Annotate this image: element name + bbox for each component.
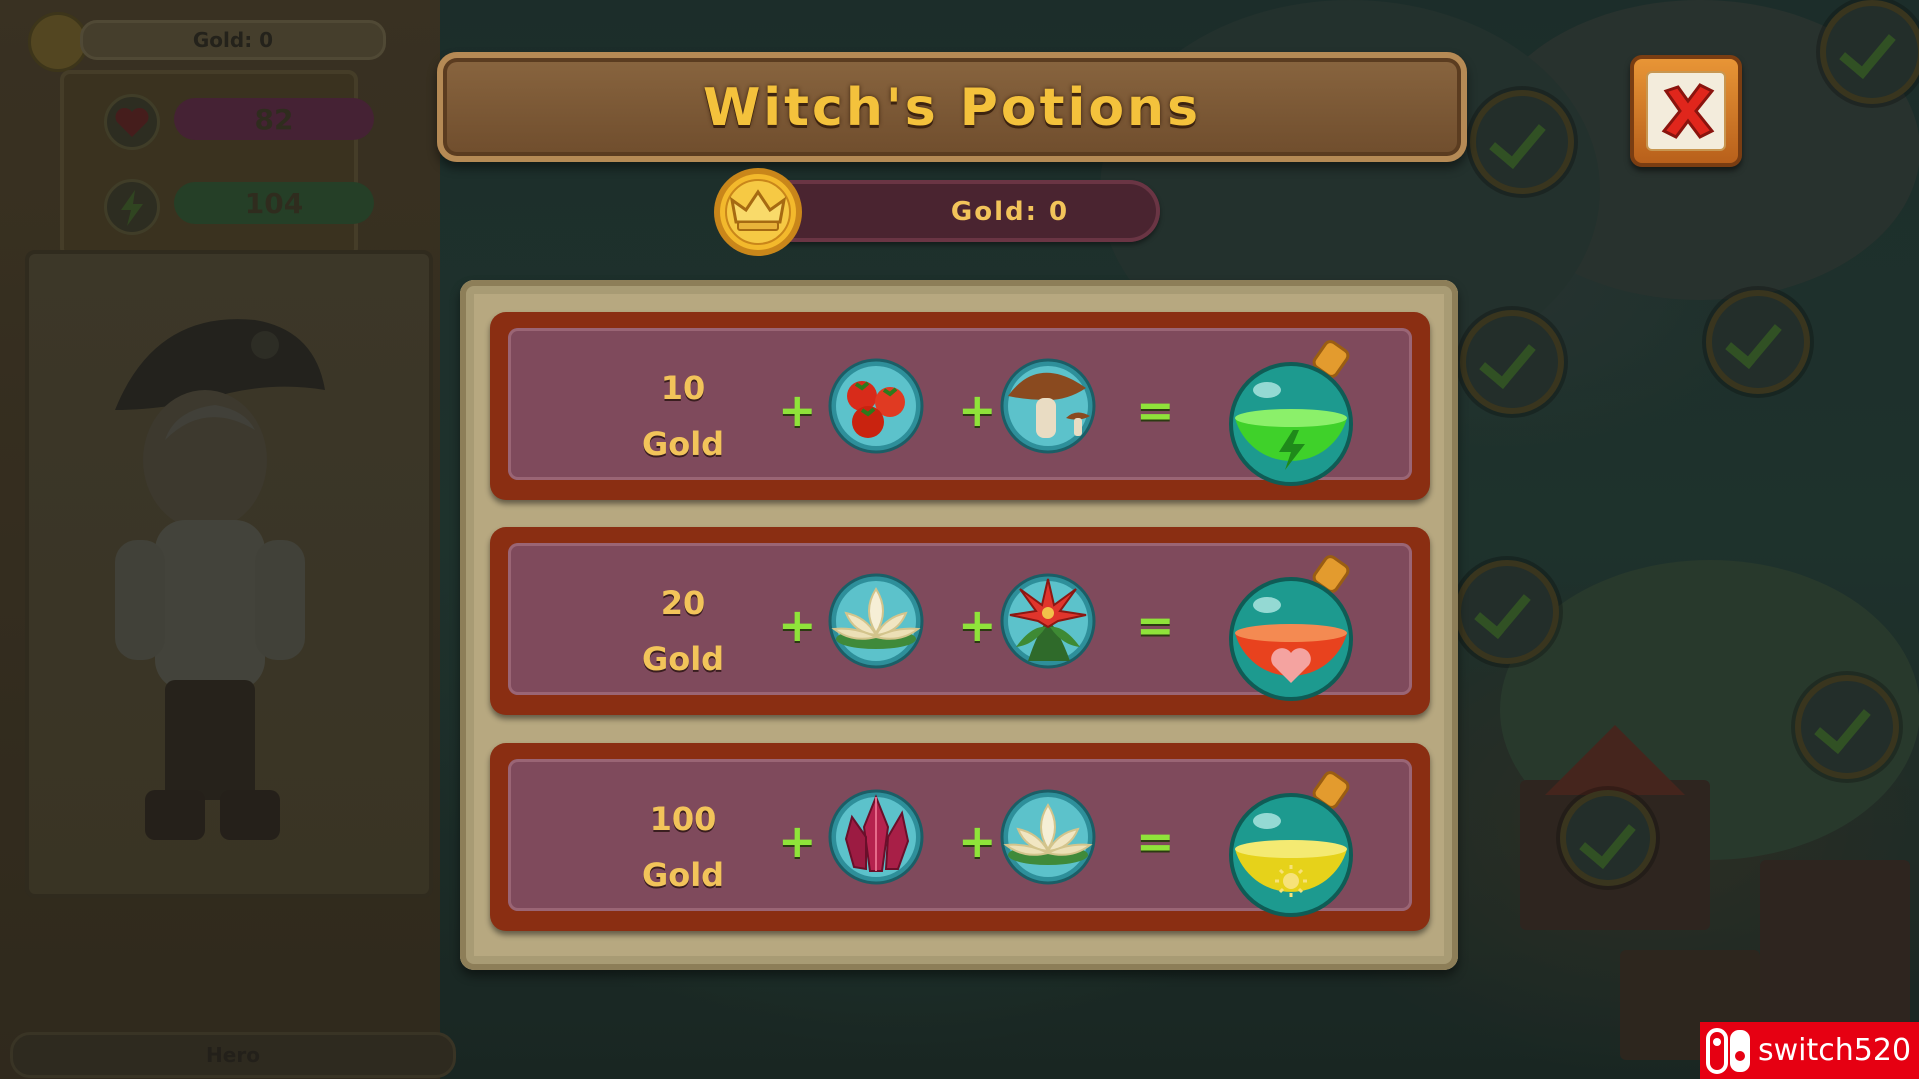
recipe-price: 100 Gold [623, 791, 743, 903]
price-amount: 20 [660, 584, 706, 622]
price-unit: Gold [641, 425, 725, 463]
plus-sign: + [778, 598, 817, 652]
recipe-price: 20 Gold [623, 575, 743, 687]
price-unit: Gold [641, 856, 725, 894]
recipe-row-sun-potion[interactable]: 100 Gold + + = [490, 743, 1430, 931]
lotus-icon [1000, 789, 1096, 885]
title-banner: Witch's Potions [437, 52, 1467, 162]
switch-logo-icon [1706, 1027, 1750, 1074]
mushroom-icon [1000, 358, 1096, 454]
recipe-row-fill: 10 Gold + + = [508, 328, 1412, 486]
close-button[interactable] [1630, 55, 1742, 167]
plus-sign: + [778, 814, 817, 868]
crown-coin-icon [714, 168, 802, 256]
lotus-icon [828, 573, 924, 669]
equals-sign: = [1136, 383, 1175, 437]
tomatoes-icon [828, 358, 924, 454]
recipe-row-health-potion[interactable]: 20 Gold + + = [490, 527, 1430, 715]
energy-potion-icon [1229, 340, 1353, 486]
equals-sign: = [1136, 814, 1175, 868]
recipe-row-fill: 20 Gold + + = [508, 543, 1412, 701]
close-x-icon [1661, 83, 1715, 139]
price-unit: Gold [641, 640, 725, 678]
plus-sign: + [958, 383, 997, 437]
plus-sign: + [778, 383, 817, 437]
gold-counter-label: Gold: 0 [950, 197, 1070, 227]
red-flower-icon [1000, 573, 1096, 669]
recipe-row-energy-potion[interactable]: 10 Gold + + = [490, 312, 1430, 500]
watermark-text: switch520 [1758, 1033, 1912, 1068]
sun-potion-icon [1229, 771, 1353, 917]
close-button-face [1646, 71, 1726, 151]
plus-sign: + [958, 598, 997, 652]
site-watermark: switch520 [1700, 1022, 1919, 1079]
recipe-price: 10 Gold [623, 360, 743, 472]
recipe-row-fill: 100 Gold + + = [508, 759, 1412, 917]
plus-sign: + [958, 814, 997, 868]
equals-sign: = [1136, 598, 1175, 652]
crystal-icon [828, 789, 924, 885]
dialog-title: Witch's Potions [702, 78, 1202, 138]
price-amount: 100 [649, 800, 717, 838]
price-amount: 10 [660, 369, 706, 407]
health-potion-icon [1229, 555, 1353, 701]
